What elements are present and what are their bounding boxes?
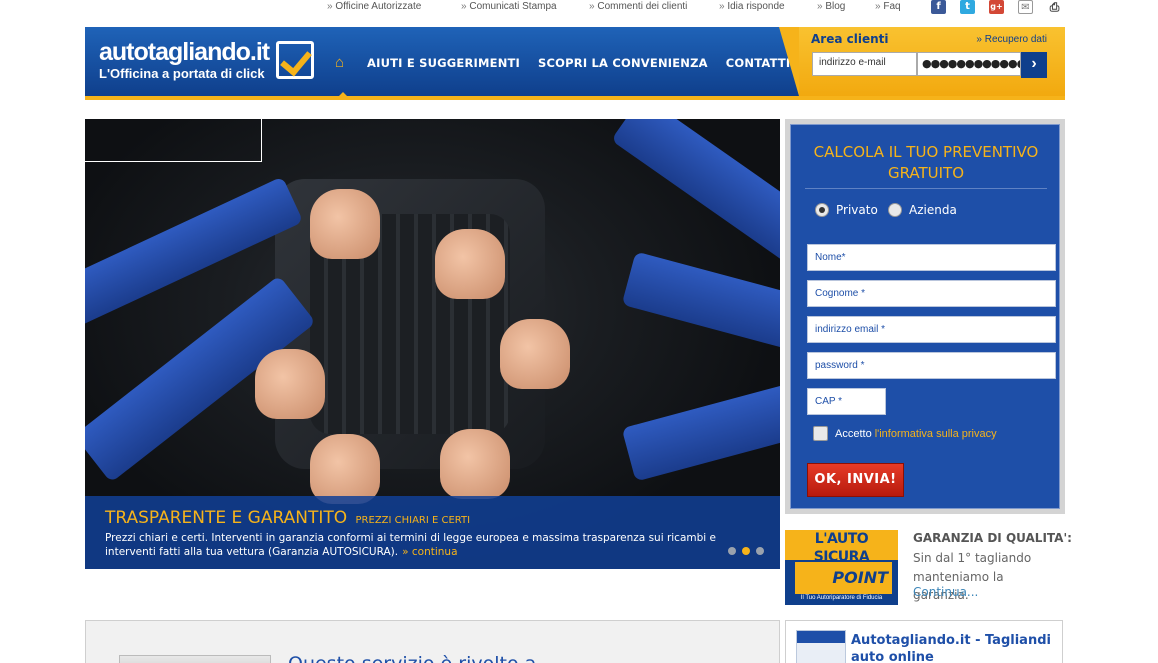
facebook-box: Autotagliando.it - Tagliandi auto online: [785, 620, 1063, 663]
thumbs-up-hand: [255, 349, 325, 419]
login-password-field[interactable]: ●●●●●●●●●●●●: [917, 52, 1021, 76]
slider-title: TRASPARENTE E GARANTITO PREZZI CHIARI E …: [105, 508, 470, 528]
nav-active-pointer: [338, 92, 348, 96]
area-clienti: Area clienti Recupero dati indirizzo e-m…: [779, 27, 1065, 96]
email-icon[interactable]: ✉: [1018, 0, 1033, 14]
checkmark-logo-icon: [276, 41, 314, 79]
thumbs-up-hand: [500, 319, 570, 389]
service-panel: Questo servizio è rivolto a ...: [85, 620, 780, 663]
thumbs-up-hand: [310, 189, 380, 259]
link-commenti-clienti[interactable]: Commenti dei clienti: [589, 1, 687, 12]
hero-slider[interactable]: TRASPARENTE E GARANTITO PREZZI CHIARI E …: [85, 119, 780, 569]
guarantee-continua-link[interactable]: Continua...: [913, 585, 978, 599]
twitter-icon[interactable]: t: [960, 0, 975, 14]
logo-brand: autotagliando.it: [99, 38, 270, 66]
link-faq[interactable]: Faq: [875, 1, 900, 12]
login-email-field[interactable]: indirizzo e-mail: [812, 52, 917, 76]
mechanic-arm: [621, 251, 780, 362]
radio-privato-control[interactable]: [815, 203, 829, 217]
password-field[interactable]: password *: [807, 352, 1056, 379]
quote-form: CALCOLA IL TUO PREVENTIVO GRATUITO Priva…: [790, 124, 1060, 509]
slider-subtitle: PREZZI CHIARI E CERTI: [355, 515, 471, 526]
thumbs-up-hand: [435, 229, 505, 299]
privacy-checkbox[interactable]: [813, 426, 828, 441]
thumbs-up-hand: [440, 429, 510, 499]
nav-aiuti[interactable]: AIUTI E SUGGERIMENTI: [367, 56, 520, 70]
login-submit-button[interactable]: ›: [1021, 52, 1047, 78]
slider-corner-frame: [85, 119, 262, 162]
slider-caption: TRASPARENTE E GARANTITO PREZZI CHIARI E …: [85, 496, 780, 569]
slider-continua-link[interactable]: continua: [402, 546, 457, 558]
privacy-prefix: Accetto: [835, 427, 872, 440]
autosicura-badge[interactable]: L'AUTO SICURA POINT SERVICE Il Tuo Autor…: [785, 530, 898, 605]
thumbs-up-hand: [310, 434, 380, 504]
invia-button[interactable]: OK, INVIA!: [807, 463, 904, 497]
guarantee-title: GARANZIA DI QUALITA':: [913, 531, 1072, 545]
print-icon[interactable]: ⎙: [1047, 0, 1062, 14]
slider-dot-active[interactable]: [742, 547, 750, 555]
quote-form-panel: CALCOLA IL TUO PREVENTIVO GRATUITO Priva…: [785, 119, 1065, 514]
area-clienti-title: Area clienti: [811, 32, 889, 46]
service-thumbnail: [119, 655, 271, 663]
privacy-link[interactable]: l'informativa sulla privacy: [875, 428, 997, 440]
slider-dots: [728, 547, 764, 555]
google-plus-icon[interactable]: g+: [989, 0, 1004, 14]
slider-dot[interactable]: [756, 547, 764, 555]
slider-dot[interactable]: [728, 547, 736, 555]
privacy-consent: Accetto l'informativa sulla privacy: [813, 426, 997, 441]
link-officine-autorizzate[interactable]: Officine Autorizzate: [327, 1, 421, 12]
recupero-dati-link[interactable]: Recupero dati: [976, 34, 1047, 45]
service-title: Questo servizio è rivolto a ...: [288, 653, 560, 663]
radio-azienda[interactable]: Azienda: [888, 203, 957, 217]
facebook-icon[interactable]: f: [931, 0, 946, 14]
nome-field[interactable]: Nome*: [807, 244, 1056, 271]
site-header: autotagliando.it L'Officina a portata di…: [85, 27, 1065, 100]
facebook-page-link[interactable]: Autotagliando.it - Tagliandi auto online: [851, 632, 1056, 663]
badge-tagline: Il Tuo Autoriparatore di Fiducia: [800, 595, 883, 601]
cap-field[interactable]: CAP *: [807, 388, 886, 415]
mechanic-arm: [621, 371, 780, 482]
link-idia-risponde[interactable]: Idia risponde: [719, 1, 784, 12]
nav-convenienza[interactable]: SCOPRI LA CONVENIENZA: [538, 56, 708, 70]
email-field[interactable]: indirizzo email *: [807, 316, 1056, 343]
radio-azienda-control[interactable]: [888, 203, 902, 217]
link-comunicati-stampa[interactable]: Comunicati Stampa: [461, 1, 556, 12]
radio-azienda-label: Azienda: [909, 203, 957, 217]
divider: [805, 188, 1047, 189]
radio-privato[interactable]: Privato: [815, 203, 878, 217]
logo-tagline: L'Officina a portata di click: [99, 66, 265, 81]
home-icon[interactable]: ⌂: [335, 55, 351, 71]
link-blog[interactable]: Blog: [817, 1, 845, 12]
site-logo[interactable]: autotagliando.it L'Officina a portata di…: [99, 38, 270, 81]
badge-point-service-text: POINT SERVICE: [795, 562, 892, 605]
arrow-right-icon: ›: [1031, 55, 1037, 72]
quote-form-title: CALCOLA IL TUO PREVENTIVO GRATUITO: [791, 142, 1061, 184]
slider-title-text: TRASPARENTE E GARANTITO: [105, 508, 348, 528]
slider-text: Prezzi chiari e certi. Interventi in gar…: [105, 531, 755, 559]
badge-autosicura-text: L'AUTO SICURA: [785, 530, 898, 565]
quote-title-line1: CALCOLA IL TUO PREVENTIVO: [813, 143, 1039, 161]
page-avatar[interactable]: [796, 630, 846, 663]
main-nav: ⌂ AIUTI E SUGGERIMENTI SCOPRI LA CONVENI…: [335, 55, 808, 71]
cognome-field[interactable]: Cognome *: [807, 280, 1056, 307]
radio-privato-label: Privato: [836, 203, 878, 217]
quote-title-line2: GRATUITO: [887, 164, 965, 182]
